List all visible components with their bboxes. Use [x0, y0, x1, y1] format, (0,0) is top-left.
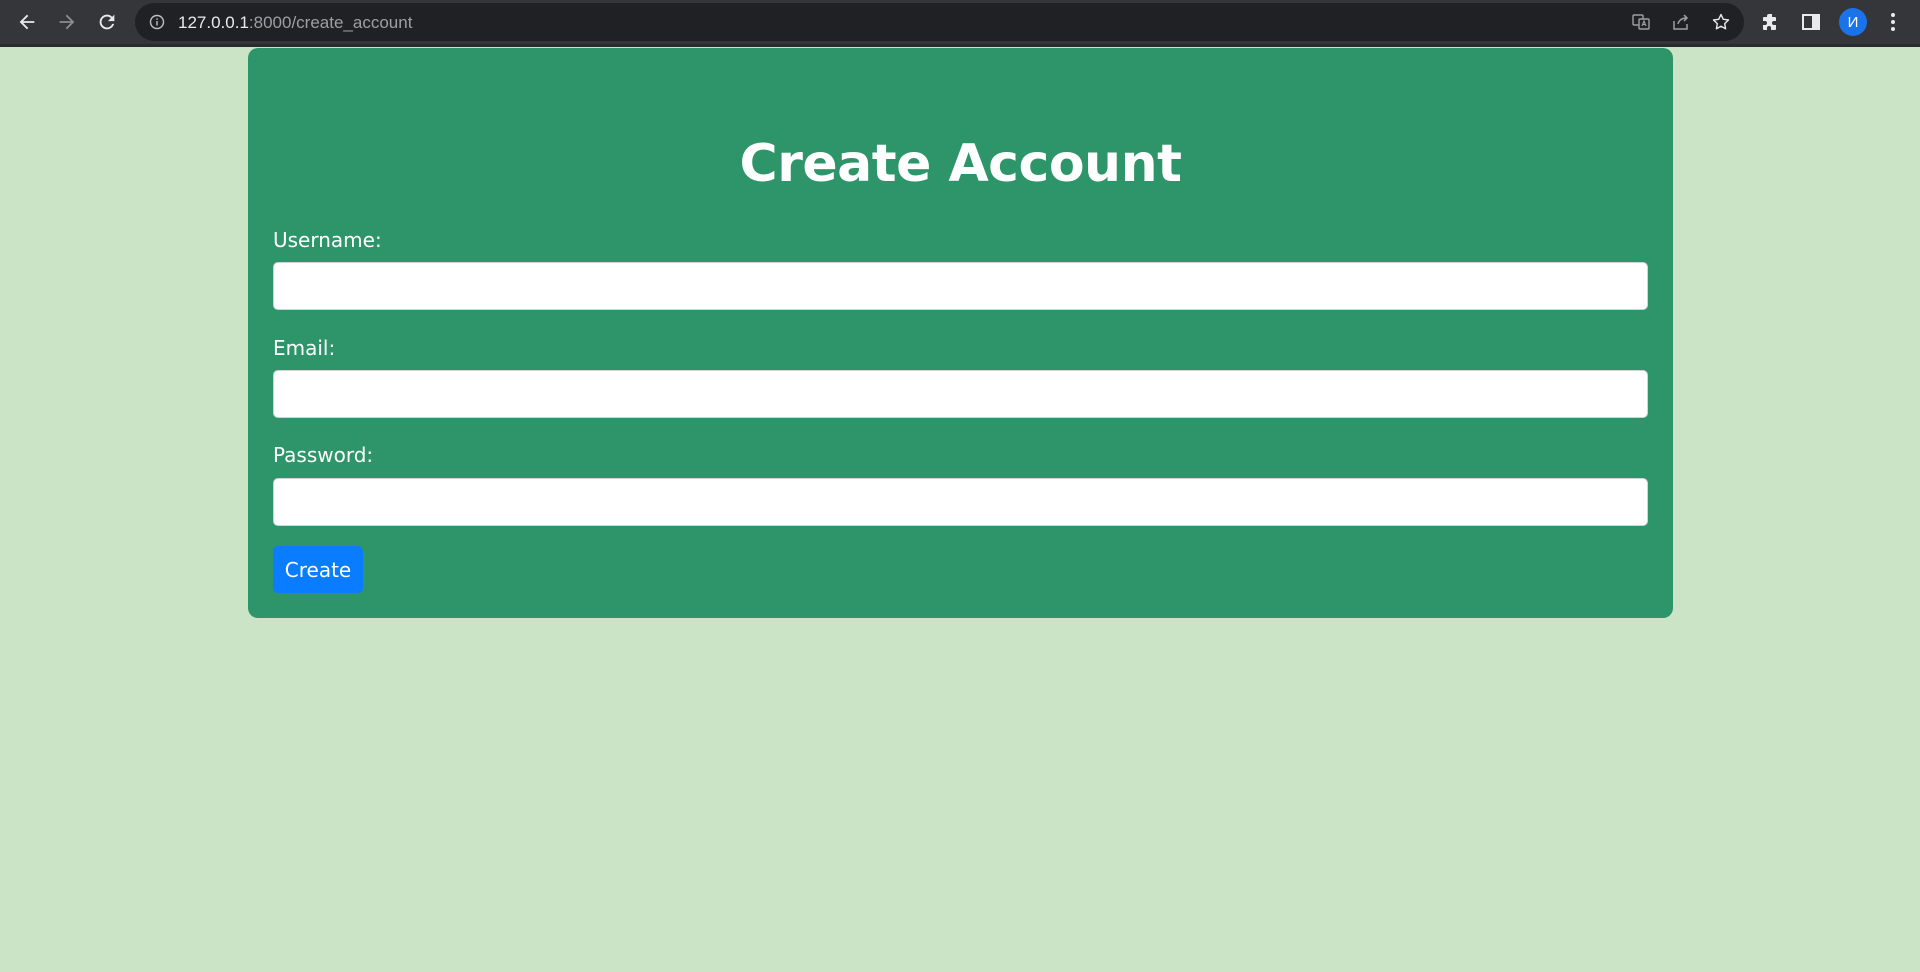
email-input[interactable] [273, 370, 1648, 418]
profile-avatar[interactable]: И [1839, 8, 1867, 36]
password-label: Password: [273, 443, 374, 467]
reload-icon [99, 14, 115, 30]
forward-button[interactable] [53, 8, 81, 36]
share-icon[interactable] [1671, 12, 1691, 32]
kebab-menu-icon[interactable] [1882, 11, 1904, 33]
arrow-right-icon [59, 14, 75, 30]
side-panel-icon[interactable] [1800, 11, 1822, 33]
password-input[interactable] [273, 478, 1648, 526]
extensions-icon[interactable] [1760, 11, 1782, 33]
address-bar[interactable]: 127.0.0.1:8000/create_account [135, 3, 1744, 41]
translate-icon[interactable] [1631, 12, 1651, 32]
star-icon[interactable] [1711, 12, 1731, 32]
info-icon[interactable] [149, 14, 165, 30]
create-button[interactable]: Create [273, 546, 363, 593]
url-host: 127.0.0.1 [178, 13, 249, 32]
back-button[interactable] [13, 8, 41, 36]
page-title: Create Account [739, 134, 1182, 194]
username-label: Username: [273, 228, 382, 252]
create-account-card: Create Account Username: Email: Password… [248, 48, 1673, 618]
reload-button[interactable] [93, 8, 121, 36]
username-input[interactable] [273, 262, 1648, 310]
browser-toolbar: 127.0.0.1:8000/create_account И [0, 0, 1920, 47]
url-text[interactable]: 127.0.0.1:8000/create_account [178, 13, 412, 33]
url-path: :8000/create_account [248, 13, 413, 32]
arrow-left-icon [19, 14, 35, 30]
email-label: Email: [273, 336, 336, 360]
